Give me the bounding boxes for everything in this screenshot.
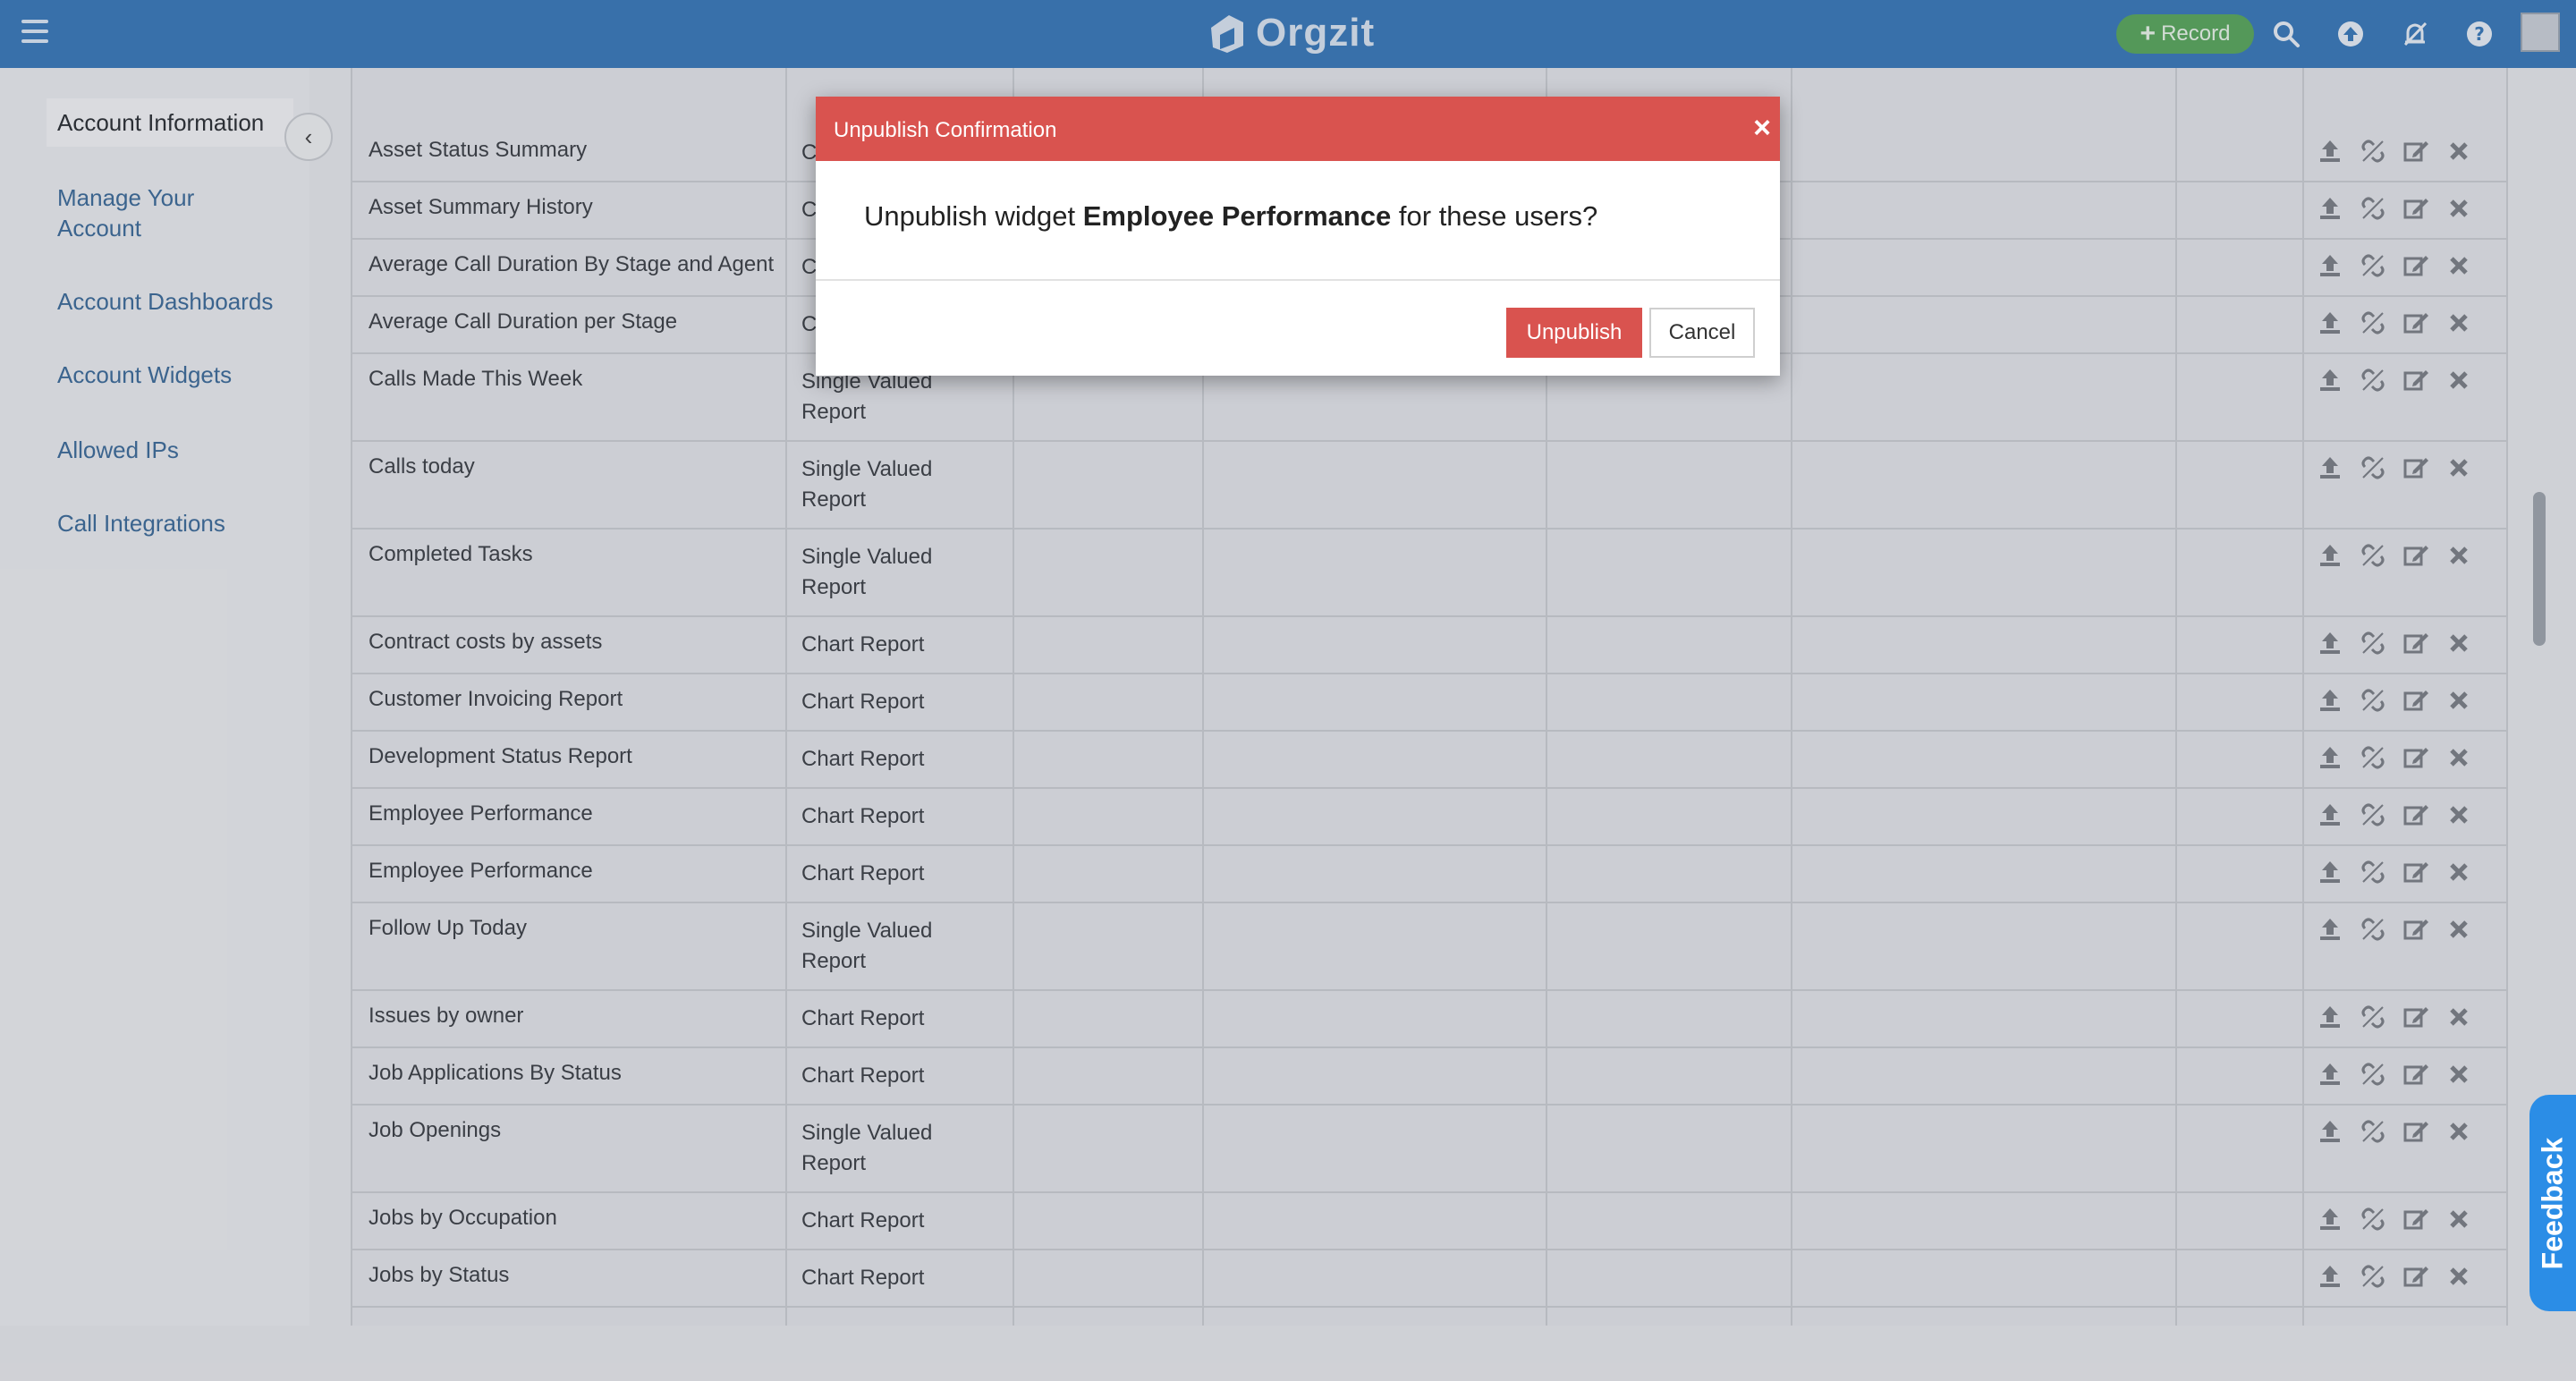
feedback-label: Feedback <box>2536 1137 2569 1269</box>
dialog-header: Unpublish Confirmation × <box>816 97 1780 161</box>
dialog-message-suffix: for these users? <box>1391 200 1598 232</box>
unpublish-dialog: Unpublish Confirmation × Unpublish widge… <box>816 97 1780 376</box>
feedback-tab[interactable]: Feedback <box>2529 1095 2576 1311</box>
close-icon[interactable]: × <box>1753 113 1771 143</box>
dialog-widget-name: Employee Performance <box>1082 200 1392 232</box>
unpublish-button[interactable]: Unpublish <box>1506 308 1642 358</box>
dialog-title: Unpublish Confirmation <box>834 118 1057 142</box>
cancel-button[interactable]: Cancel <box>1649 308 1755 358</box>
dialog-message-prefix: Unpublish widget <box>864 200 1083 232</box>
dialog-message: Unpublish widget Employee Performance fo… <box>816 161 1780 281</box>
dialog-footer: Unpublish Cancel <box>816 281 1780 376</box>
